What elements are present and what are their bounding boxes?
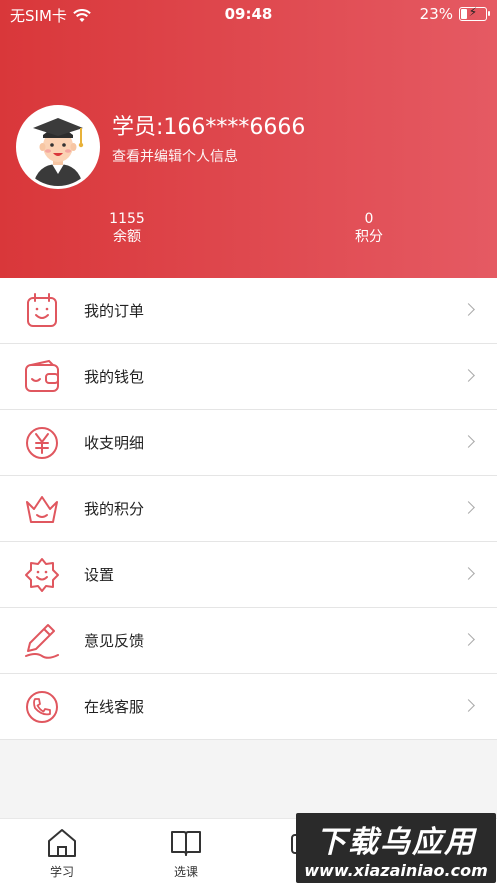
home-icon [48,829,76,857]
menu-list: 我的订单 我的钱包 收支明细 我的积分 设置 意见反馈 在线客服 [0,278,497,740]
avatar[interactable] [16,105,100,189]
chevron-right-icon [462,567,475,580]
menu-item-orders[interactable]: 我的订单 [0,278,497,344]
menu-item-support[interactable]: 在线客服 [0,674,497,740]
menu-label: 我的钱包 [84,368,145,386]
watermark-url: www.xiazainiao.com [304,861,488,880]
menu-label: 我的订单 [84,302,145,320]
chevron-right-icon [462,369,475,382]
menu-item-wallet[interactable]: 我的钱包 [0,344,497,410]
menu-label: 设置 [84,566,115,584]
chevron-right-icon [462,303,475,316]
battery-percent: 23% [419,5,453,23]
settings-icon [25,558,59,592]
edit-profile-link[interactable]: 查看并编辑个人信息 [112,146,238,166]
order-icon [27,293,57,327]
wallet-icon [25,359,59,392]
crown-icon [26,496,58,523]
watermark-title: 下载乌应用 [316,825,476,860]
menu-item-transactions[interactable]: 收支明细 [0,410,497,476]
menu-item-settings[interactable]: 设置 [0,542,497,608]
balance-label: 余额 [113,229,141,245]
balance-value: 1155 [109,211,145,227]
battery-icon: ⚡ [459,5,490,21]
tab-label: 学习 [49,865,74,879]
tab-label: 选课 [173,865,198,879]
profile-name[interactable]: 学员:166****6666 [112,109,305,141]
yen-icon [26,427,58,459]
pencil-icon [25,624,59,659]
tab-course[interactable]: 选课 [156,825,216,880]
points-value: 0 [364,211,374,227]
menu-item-points[interactable]: 我的积分 [0,476,497,542]
points-stat[interactable]: 0 积分 [346,210,392,246]
book-icon [171,831,201,856]
chevron-right-icon [462,435,475,448]
balance-stat[interactable]: 1155 余额 [104,210,150,246]
status-bar: 无SIM卡 09:48 23% ⚡ [0,0,497,30]
menu-label: 我的积分 [84,500,145,518]
menu-label: 在线客服 [84,698,145,716]
phone-icon [26,691,58,723]
menu-item-feedback[interactable]: 意见反馈 [0,608,497,674]
student-avatar-icon [19,108,97,186]
tab-study[interactable]: 学习 [32,825,92,880]
status-right: 23% ⚡ [419,5,490,23]
chevron-right-icon [462,699,475,712]
menu-label: 收支明细 [84,434,145,452]
menu-label: 意见反馈 [84,632,145,650]
points-label: 积分 [355,229,383,245]
watermark-overlay: 下载乌应用 www.xiazainiao.com [296,813,496,883]
chevron-right-icon [462,633,475,646]
chevron-right-icon [462,501,475,514]
profile-header: 无SIM卡 09:48 23% ⚡ 学员:166****6666 查看并编辑个人… [0,0,497,278]
